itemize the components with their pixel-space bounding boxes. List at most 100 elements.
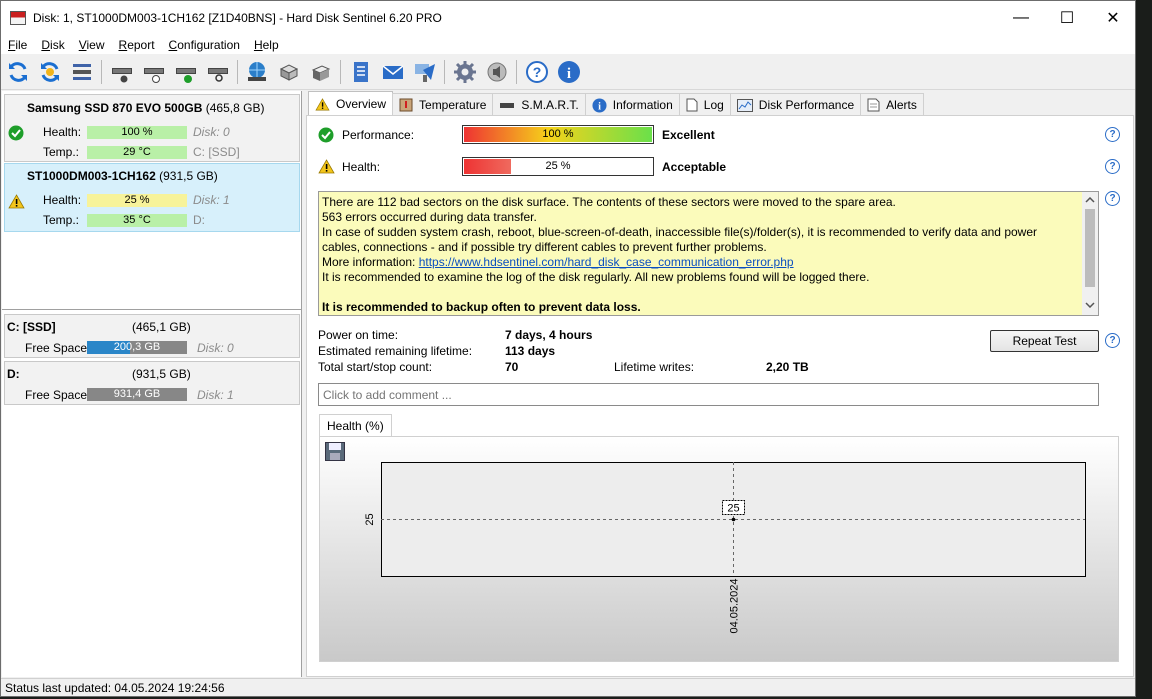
- menu-disk[interactable]: Disk: [34, 38, 71, 52]
- volume-card-c[interactable]: C: [SSD] (465,1 GB) Free Space 200,3 GB …: [4, 314, 300, 358]
- tab-overview[interactable]: Overview: [308, 91, 394, 116]
- y-tick-label: 25: [364, 513, 376, 525]
- power-on-label: Power on time:: [318, 328, 399, 342]
- volume-size: (931,5 GB): [132, 367, 191, 381]
- repeat-test-button[interactable]: Repeat Test: [990, 330, 1099, 352]
- help-icon[interactable]: ?: [1105, 191, 1120, 206]
- help-icon[interactable]: ?: [1105, 333, 1120, 348]
- minimize-button[interactable]: —: [998, 1, 1044, 35]
- warning-icon: [315, 97, 330, 111]
- disk-test-icon[interactable]: [173, 59, 199, 85]
- tab-log[interactable]: Log: [678, 93, 731, 116]
- temp-bar: 35 °C: [87, 214, 187, 227]
- status-bar: Status last updated: 04.05.2024 19:24:56: [1, 678, 1135, 696]
- usb-disk-icon[interactable]: [308, 59, 334, 85]
- free-space-bar: 931,4 GB: [87, 388, 187, 401]
- menu-file[interactable]: File: [1, 38, 34, 52]
- disk-list-icon[interactable]: [69, 59, 95, 85]
- tab-alerts[interactable]: Alerts: [860, 93, 924, 116]
- disk-ref: Disk: 1: [197, 388, 234, 402]
- menu-view[interactable]: View: [72, 38, 112, 52]
- comment-input[interactable]: [318, 383, 1099, 406]
- tab-temperature[interactable]: Temperature: [392, 93, 494, 116]
- startstop-label: Total start/stop count:: [318, 360, 433, 374]
- settings-gear-icon[interactable]: [452, 59, 478, 85]
- health-meter: 25 %: [462, 157, 654, 176]
- warning-icon: [8, 194, 25, 209]
- message-line: It is recommended to examine the log of …: [322, 270, 870, 284]
- maximize-button[interactable]: ☐: [1044, 1, 1090, 35]
- app-logo-icon: [10, 11, 26, 25]
- sound-icon[interactable]: [484, 59, 510, 85]
- startstop-value: 70: [505, 360, 519, 374]
- disk-info-icon[interactable]: [109, 59, 135, 85]
- message-line: More information: https://www.hdsentinel…: [322, 255, 794, 269]
- disk-schedule-icon[interactable]: [141, 59, 167, 85]
- health-label: Health:: [43, 193, 82, 207]
- disk-ref: Disk: 0: [193, 125, 230, 139]
- lifetime-label: Estimated remaining lifetime:: [318, 344, 473, 358]
- chevron-down-icon[interactable]: [1085, 302, 1095, 308]
- writes-label: Lifetime writes:: [614, 360, 695, 374]
- close-button[interactable]: ✕: [1090, 1, 1135, 35]
- menu-configuration[interactable]: Configuration: [162, 38, 247, 52]
- disk-card-st1000[interactable]: ST1000DM003-1CH162 (931,5 GB) Health: 25…: [4, 163, 300, 232]
- free-space-bar: 200,3 GB: [87, 341, 187, 354]
- disk-list-panel: Samsung SSD 870 EVO 500GB (465,8 GB) Hea…: [2, 91, 302, 677]
- message-line: 563 errors occurred during data transfer…: [322, 210, 537, 224]
- disk-search-icon[interactable]: [205, 59, 231, 85]
- tab-smart[interactable]: S.M.A.R.T.: [492, 93, 586, 116]
- performance-meter: 100 %: [462, 125, 654, 144]
- volume-ref: C: [SSD]: [193, 145, 240, 159]
- free-space-label: Free Space: [25, 341, 88, 355]
- alerts-icon: [867, 98, 880, 112]
- report-icon[interactable]: [348, 59, 374, 85]
- chevron-up-icon[interactable]: [1085, 197, 1095, 203]
- lifetime-value: 113 days: [505, 344, 556, 358]
- window-title: Disk: 1, ST1000DM003-1CH162 [Z1D40BNS] -…: [33, 11, 442, 25]
- disk-card-samsung[interactable]: Samsung SSD 870 EVO 500GB (465,8 GB) Hea…: [4, 94, 300, 162]
- help-icon[interactable]: ?: [1105, 127, 1120, 142]
- disk-ref: Disk: 1: [193, 193, 230, 207]
- volume-card-d[interactable]: D: (931,5 GB) Free Space 931,4 GB Disk: …: [4, 361, 300, 405]
- message-line: It is recommended to backup often to pre…: [322, 300, 641, 314]
- health-verdict: Acceptable: [662, 160, 727, 174]
- writes-value: 2,20 TB: [766, 360, 809, 374]
- send-report-icon[interactable]: [412, 59, 438, 85]
- log-icon: [686, 98, 698, 112]
- svg-text:i: i: [567, 66, 571, 82]
- refresh-all-icon[interactable]: [37, 59, 63, 85]
- overview-tab-content: Performance: 100 % Excellent ? Health: 2…: [306, 115, 1134, 677]
- external-disk-icon[interactable]: [276, 59, 302, 85]
- refresh-icon[interactable]: [5, 59, 31, 85]
- tab-health-chart[interactable]: Health (%): [319, 414, 392, 436]
- svg-text:?: ?: [533, 64, 542, 80]
- ok-check-icon: [318, 127, 334, 143]
- more-info-link[interactable]: https://www.hdsentinel.com/hard_disk_cas…: [419, 255, 794, 269]
- temp-bar: 29 °C: [87, 146, 187, 159]
- performance-icon: [736, 98, 753, 112]
- about-info-icon[interactable]: i: [556, 59, 582, 85]
- email-icon[interactable]: [380, 59, 406, 85]
- app-window: Disk: 1, ST1000DM003-1CH162 [Z1D40BNS] -…: [0, 0, 1136, 697]
- volume-ref: D:: [193, 213, 205, 227]
- title-bar: Disk: 1, ST1000DM003-1CH162 [Z1D40BNS] -…: [1, 1, 1135, 35]
- disk-name: ST1000DM003-1CH162 (931,5 GB): [27, 169, 218, 183]
- tab-disk-performance[interactable]: Disk Performance: [729, 93, 862, 116]
- disk-name: Samsung SSD 870 EVO 500GB (465,8 GB): [27, 101, 265, 115]
- message-scrollbar[interactable]: [1082, 192, 1098, 315]
- help-icon[interactable]: ?: [524, 59, 550, 85]
- info-icon: i: [592, 97, 607, 113]
- thermometer-icon: [399, 98, 413, 112]
- x-tick-label: 04.05.2024: [729, 578, 741, 633]
- tab-information[interactable]: i Information: [584, 93, 680, 116]
- svg-text:i: i: [598, 101, 601, 112]
- volume-name: D:: [7, 367, 20, 381]
- menu-help[interactable]: Help: [247, 38, 286, 52]
- health-chart-plot: 25 25 04.05.2024: [364, 462, 1086, 634]
- network-disk-icon[interactable]: [244, 59, 270, 85]
- message-line: In case of sudden system crash, reboot, …: [322, 225, 1038, 254]
- menu-report[interactable]: Report: [112, 38, 162, 52]
- health-bar: 100 %: [87, 126, 187, 139]
- help-icon[interactable]: ?: [1105, 159, 1120, 174]
